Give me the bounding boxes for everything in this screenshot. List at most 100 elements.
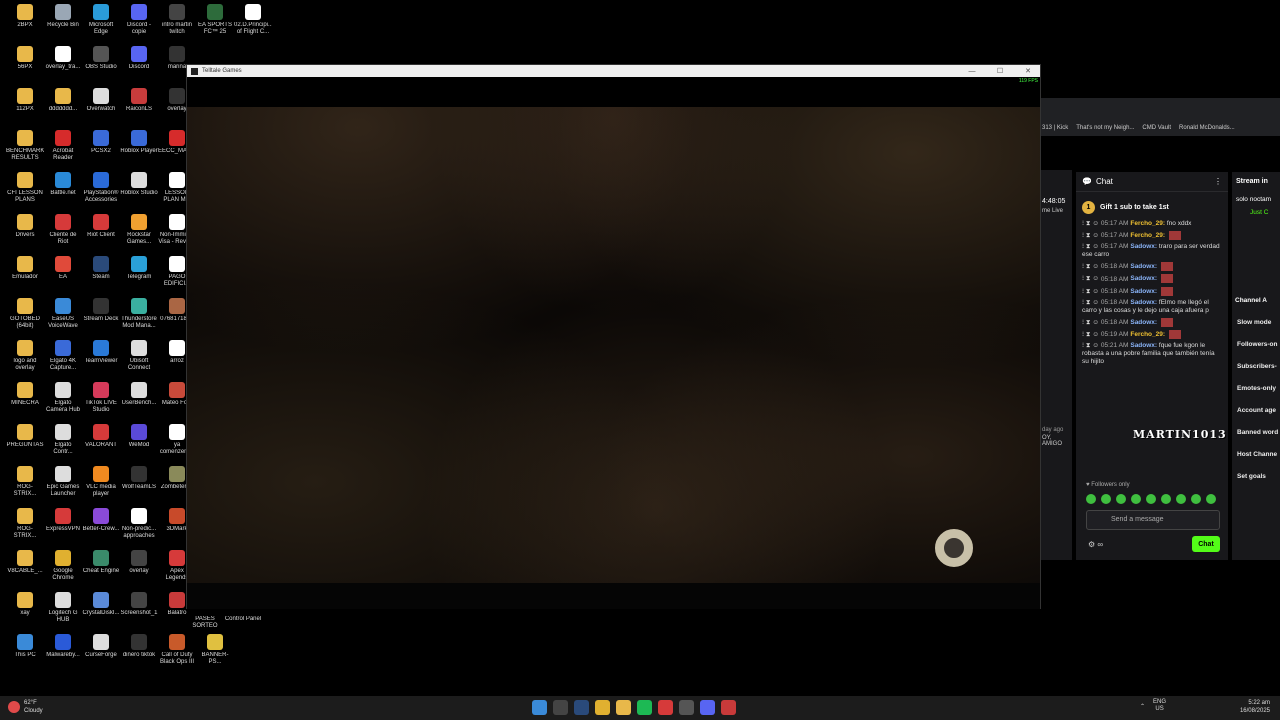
- chat-message[interactable]: ⁝ ⧗ ☺ 05:18 AM Sadowx:: [1082, 262, 1222, 272]
- desktop-shortcut[interactable]: Cheat Engine: [82, 550, 120, 575]
- desktop-shortcut[interactable]: Riot Client: [82, 214, 120, 239]
- taskbar-clock[interactable]: 5:22 am 16/08/2025: [1240, 699, 1270, 715]
- taskbar-app-icon[interactable]: [595, 700, 610, 715]
- desktop-shortcut[interactable]: Microsoft Edge: [82, 4, 120, 36]
- desktop-shortcut[interactable]: 56PX: [6, 46, 44, 71]
- desktop-shortcut[interactable]: Epic Games Launcher: [44, 466, 82, 498]
- emote-icon[interactable]: [1176, 494, 1186, 504]
- desktop-shortcut[interactable]: Drivers: [6, 214, 44, 239]
- desktop-shortcut[interactable]: Steam: [82, 256, 120, 281]
- message-username[interactable]: Sadowx:: [1130, 342, 1157, 349]
- emote-icon[interactable]: [1086, 494, 1096, 504]
- desktop-shortcut[interactable]: Rockstar Games...: [120, 214, 158, 246]
- desktop-shortcut[interactable]: WolfTeamLS: [120, 466, 158, 491]
- desktop-shortcut[interactable]: MINECRA: [6, 382, 44, 407]
- desktop-shortcut[interactable]: dinero tiktok: [120, 634, 158, 659]
- desktop-shortcut[interactable]: ddddddd...: [44, 88, 82, 113]
- desktop-shortcut[interactable]: CFI LESSON PLANS: [6, 172, 44, 204]
- desktop-shortcut[interactable]: PlayStation® Accessories: [82, 172, 120, 204]
- desktop-shortcut[interactable]: BENCHMARK RESULTS: [6, 130, 44, 162]
- desktop-shortcut[interactable]: Cliente de Riot: [44, 214, 82, 246]
- taskbar-app-icon[interactable]: [679, 700, 694, 715]
- desktop-shortcut[interactable]: ExpressVPN: [44, 508, 82, 533]
- desktop-shortcut[interactable]: Malwareby...: [44, 634, 82, 659]
- desktop-shortcut[interactable]: Non-predic... approaches: [120, 508, 158, 540]
- message-username[interactable]: Sadowx:: [1130, 319, 1157, 326]
- desktop-shortcut[interactable]: Overwatch: [82, 88, 120, 113]
- desktop-shortcut[interactable]: Elgato Camera Hub: [44, 382, 82, 414]
- desktop-shortcut[interactable]: Screenshot_1: [120, 592, 158, 617]
- message-username[interactable]: Sadowx:: [1130, 276, 1157, 283]
- channel-action-item[interactable]: Followers-on: [1232, 334, 1280, 356]
- desktop-shortcut[interactable]: VLC media player: [82, 466, 120, 498]
- taskbar-app-icon[interactable]: [616, 700, 631, 715]
- weather-widget[interactable]: 62°F Cloudy: [8, 699, 43, 715]
- chat-send-button[interactable]: Chat: [1192, 536, 1220, 552]
- taskbar-app-icon[interactable]: [700, 700, 715, 715]
- chat-message[interactable]: ⁝ ⧗ ☺ 05:19 AM Fercho_29:: [1082, 330, 1222, 340]
- chat-message[interactable]: ⁝ ⧗ ☺ 05:18 AM Sadowx:: [1082, 286, 1222, 296]
- taskbar-app-icon[interactable]: [637, 700, 652, 715]
- system-tray[interactable]: ⌃ ENG US: [1140, 699, 1166, 713]
- emote-icon[interactable]: [1146, 494, 1156, 504]
- chat-message[interactable]: ⁝ ⧗ ☺ 05:18 AM Sadowx:: [1082, 317, 1222, 327]
- game-viewport[interactable]: 119 FPS: [187, 77, 1040, 583]
- taskbar-app-icon[interactable]: [553, 700, 568, 715]
- desktop-shortcut[interactable]: PREGUNTAS: [6, 424, 44, 449]
- gift-sub-banner[interactable]: 1 Gift 1 sub to take 1st: [1082, 198, 1222, 216]
- desktop-shortcut[interactable]: 2BPX: [6, 4, 44, 29]
- desktop-shortcut[interactable]: TikTok LIVE Studio: [82, 382, 120, 414]
- desktop-shortcut[interactable]: ROG-STRIX...: [6, 466, 44, 498]
- chat-message[interactable]: ⁝ ⧗ ☺ 05:21 AM Sadowx: fque fue kgon le ro…: [1082, 342, 1222, 366]
- channel-action-item[interactable]: Account age: [1232, 400, 1280, 422]
- desktop-shortcut[interactable]: UserBench...: [120, 382, 158, 407]
- language-indicator[interactable]: ENG US: [1153, 699, 1166, 713]
- desktop-shortcut[interactable]: Google Chrome: [44, 550, 82, 582]
- desktop-shortcut[interactable]: TeamViewer: [82, 340, 120, 365]
- desktop-shortcut[interactable]: EaseUS VoiceWave: [44, 298, 82, 330]
- desktop-shortcut[interactable]: Discord - copie: [120, 4, 158, 36]
- desktop-shortcut[interactable]: Discord: [120, 46, 158, 71]
- desktop-shortcut[interactable]: overlay_tra...: [44, 46, 82, 71]
- desktop-shortcut[interactable]: Emulador: [6, 256, 44, 281]
- desktop-shortcut[interactable]: VALORANT: [82, 424, 120, 449]
- bookmark-item[interactable]: CMD Vault: [1142, 125, 1171, 131]
- desktop-shortcut[interactable]: ROG-STRIX...: [6, 508, 44, 540]
- emote-row[interactable]: [1086, 494, 1216, 504]
- desktop-shortcut[interactable]: Roblox Studio: [120, 172, 158, 197]
- close-button[interactable]: ✕: [1016, 67, 1040, 75]
- desktop-shortcut[interactable]: Telegram: [120, 256, 158, 281]
- desktop-shortcut[interactable]: CurseForge: [82, 634, 120, 659]
- send-message-input[interactable]: Send a message: [1086, 510, 1220, 530]
- desktop-shortcut[interactable]: Thunderstore Mod Mana...: [120, 298, 158, 330]
- maximize-button[interactable]: ☐: [988, 67, 1012, 75]
- channel-action-item[interactable]: Host Channe: [1232, 444, 1280, 466]
- desktop-shortcut[interactable]: BANNER-PS...: [196, 634, 234, 666]
- desktop-shortcut[interactable]: WeMod: [120, 424, 158, 449]
- desktop-shortcut[interactable]: OBS Studio: [82, 46, 120, 71]
- window-titlebar[interactable]: Telltale Games — ☐ ✕: [187, 65, 1040, 77]
- channel-action-item[interactable]: Slow mode: [1232, 312, 1280, 334]
- desktop-shortcut[interactable]: RaiconLS: [120, 88, 158, 113]
- desktop-shortcut[interactable]: V8CABLE_...: [6, 550, 44, 575]
- taskbar-app-icon[interactable]: [658, 700, 673, 715]
- emote-icon[interactable]: [1131, 494, 1141, 504]
- desktop-shortcut[interactable]: Roblox Player: [120, 130, 158, 155]
- message-username[interactable]: Fercho_29:: [1130, 232, 1165, 239]
- message-username[interactable]: Sadowx:: [1130, 243, 1157, 250]
- desktop-shortcut[interactable]: Battle.net: [44, 172, 82, 197]
- message-username[interactable]: Fercho_29:: [1130, 331, 1165, 338]
- desktop-shortcut[interactable]: Elgato 4K Capture...: [44, 340, 82, 372]
- desktop-shortcut[interactable]: Elgato Contr...: [44, 424, 82, 456]
- emote-icon[interactable]: [1116, 494, 1126, 504]
- chat-message[interactable]: ⁝ ⧗ ☺ 05:17 AM Fercho_29:: [1082, 231, 1222, 240]
- emote-icon[interactable]: [1101, 494, 1111, 504]
- minimize-button[interactable]: —: [960, 68, 984, 75]
- chat-message[interactable]: ⁝ ⧗ ☺ 05:18 AM Sadowx:: [1082, 274, 1222, 284]
- chat-menu-icon[interactable]: ⋮: [1214, 177, 1222, 186]
- desktop-shortcut[interactable]: overlay: [120, 550, 158, 575]
- desktop-shortcut[interactable]: 112PX: [6, 88, 44, 113]
- taskbar-app-icon[interactable]: [574, 700, 589, 715]
- desktop-shortcut[interactable]: 02.D.Principi... of Flight C...: [234, 4, 272, 36]
- chat-messages[interactable]: ⁝ ⧗ ☺ 05:17 AM Fercho_29: fno xddx ⁝ ⧗ ☺ 05:…: [1076, 220, 1228, 366]
